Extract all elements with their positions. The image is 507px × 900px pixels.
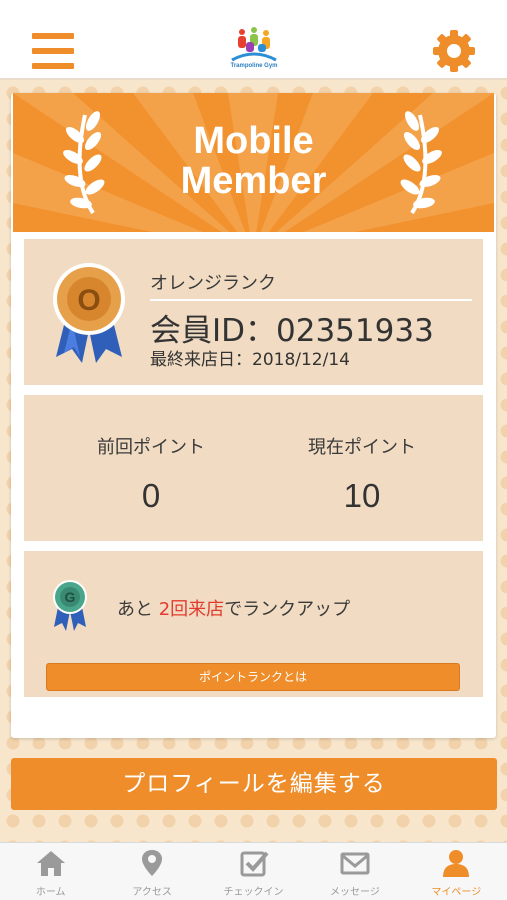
point-rank-info-button[interactable]: ポイントランクとは [46,663,460,691]
small-medal-letter: G [65,589,76,605]
green-rank-medal-icon: G [53,580,87,631]
current-points-label: 現在ポイント [308,437,416,458]
gym-logo: Trampoline Gym [226,26,282,74]
member-id: 会員ID：02351933 [150,313,434,349]
member-card: Mobile Member O オレンジランク 会員ID：02351933 最終… [11,93,496,738]
tab-home[interactable]: ホーム [0,843,101,900]
bottom-tab-bar: ホーム アクセス チェックイン メッセージ マイページ [0,842,507,900]
edit-profile-button[interactable]: プロフィールを編集する [11,758,497,810]
tab-mypage-label: マイページ [431,887,482,898]
rank-up-message: あと 2回来店でランクアップ [117,595,350,621]
orange-rank-medal-icon: O [53,263,125,363]
points-panel: 前回ポイント 0 現在ポイント 10 [24,395,483,541]
tab-message-label: メッセージ [330,887,380,898]
last-visit-date: 最終来店日：2018/12/14 [150,350,350,370]
tab-message[interactable]: メッセージ [304,843,405,900]
previous-points: 前回ポイント 0 [51,433,251,515]
tab-checkin-label: チェックイン [223,887,284,898]
tab-access[interactable]: アクセス [101,843,202,900]
hamburger-menu-icon[interactable] [32,33,74,69]
mobile-member-banner: Mobile Member [13,93,494,232]
rank-up-highlight: 2回来店 [158,599,225,620]
rank-up-text-before: あと [117,599,159,620]
tab-mypage[interactable]: マイページ [406,843,507,900]
map-pin-icon [142,850,163,876]
tab-access-label: アクセス [132,887,172,898]
rank-divider [150,299,472,301]
rank-name: オレンジランク [150,273,276,294]
checkin-icon [240,851,269,877]
logo-figures-icon [231,27,277,62]
home-icon [36,851,65,876]
rank-panel: O オレンジランク 会員ID：02351933 最終来店日：2018/12/14 [24,239,483,385]
user-icon [443,850,470,877]
app-header: Trampoline Gym [0,0,507,80]
envelope-icon [340,852,370,875]
current-points: 現在ポイント 10 [262,433,462,515]
previous-points-label: 前回ポイント [97,437,205,458]
previous-points-value: 0 [141,477,161,514]
rank-up-text-after: でランクアップ [224,599,351,620]
next-rank-panel: G あと 2回来店でランクアップ ポイントランクとは [24,551,483,697]
tab-checkin[interactable]: チェックイン [203,843,304,900]
logo-text: Trampoline Gym [230,63,278,69]
laurel-right-icon [400,111,442,215]
medal-letter: O [77,284,100,317]
gear-icon[interactable] [433,30,475,72]
tab-home-label: ホーム [35,887,66,898]
current-points-value: 10 [343,477,381,514]
